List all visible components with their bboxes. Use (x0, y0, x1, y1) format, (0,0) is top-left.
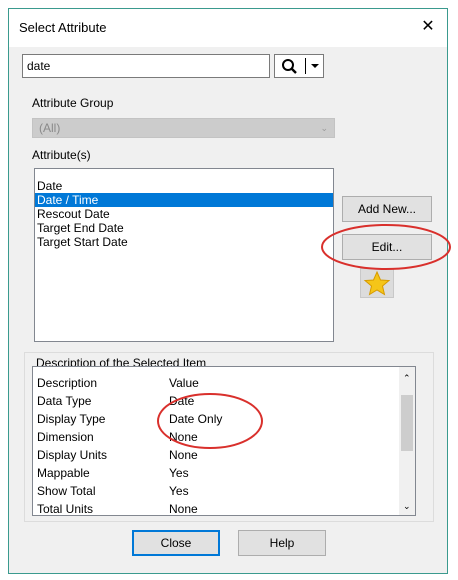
list-top-padding (35, 169, 333, 179)
table-row[interactable]: Dimension None (33, 429, 401, 445)
row-value: Yes (169, 484, 189, 498)
table-row[interactable]: Show Total Yes (33, 483, 401, 499)
star-icon (363, 270, 391, 296)
chevron-down-icon[interactable] (306, 55, 324, 77)
table-row[interactable]: Display Units None (33, 447, 401, 463)
dialog-title: Select Attribute (19, 20, 107, 35)
table-row[interactable]: Display Type Date Only (33, 411, 401, 427)
row-value: Yes (169, 466, 189, 480)
edit-button[interactable]: Edit... (342, 234, 432, 260)
scroll-thumb[interactable] (401, 395, 413, 451)
add-new-button[interactable]: Add New... (342, 196, 432, 222)
attributes-label: Attribute(s) (32, 148, 91, 162)
column-header-description: Description (37, 376, 98, 390)
column-header-value: Value (169, 376, 199, 390)
vertical-scrollbar[interactable]: ⌃ ⌄ (399, 367, 415, 515)
row-property: Display Units (37, 448, 108, 462)
row-value: None (169, 448, 198, 462)
attribute-group-value: (All) (39, 121, 61, 135)
list-item-selected[interactable]: Date / Time (35, 193, 333, 207)
description-table[interactable]: Description Value Data Type Date Display… (32, 366, 416, 516)
close-button[interactable]: Close (132, 530, 220, 556)
table-row[interactable]: Total Units None (33, 501, 401, 516)
list-item[interactable]: Target Start Date (35, 235, 333, 249)
title-bar: Select Attribute ✕ (9, 9, 447, 47)
chevron-up-icon[interactable]: ⌃ (403, 373, 411, 384)
table-header: Description Value (33, 375, 401, 391)
close-icon[interactable]: ✕ (413, 13, 443, 41)
row-property: Total Units (37, 502, 94, 516)
favorite-button[interactable] (360, 268, 394, 298)
row-value: Date (169, 394, 195, 408)
table-row[interactable]: Mappable Yes (33, 465, 401, 481)
row-property: Display Type (37, 412, 106, 426)
help-button[interactable]: Help (238, 530, 326, 556)
search-button[interactable] (274, 54, 324, 78)
chevron-down-icon[interactable]: ⌄ (403, 501, 411, 512)
row-value: None (169, 430, 198, 444)
row-property: Mappable (37, 466, 90, 480)
list-item[interactable]: Rescout Date (35, 207, 333, 221)
row-property: Dimension (37, 430, 94, 444)
row-value: Date Only (169, 412, 223, 426)
list-item[interactable]: Date (35, 179, 333, 193)
table-row[interactable]: Data Type Date (33, 393, 401, 409)
row-property: Data Type (37, 394, 92, 408)
search-input[interactable]: date (22, 54, 270, 78)
list-item[interactable]: Target End Date (35, 221, 333, 235)
row-property: Show Total (37, 484, 96, 498)
row-value: None (169, 502, 198, 516)
attributes-list[interactable]: Date Date / Time Rescout Date Target End… (34, 168, 334, 342)
attribute-group-select[interactable]: (All) ⌄ (32, 118, 335, 138)
search-icon (282, 59, 297, 74)
chevron-down-icon: ⌄ (320, 123, 328, 133)
attribute-group-label: Attribute Group (32, 96, 114, 110)
